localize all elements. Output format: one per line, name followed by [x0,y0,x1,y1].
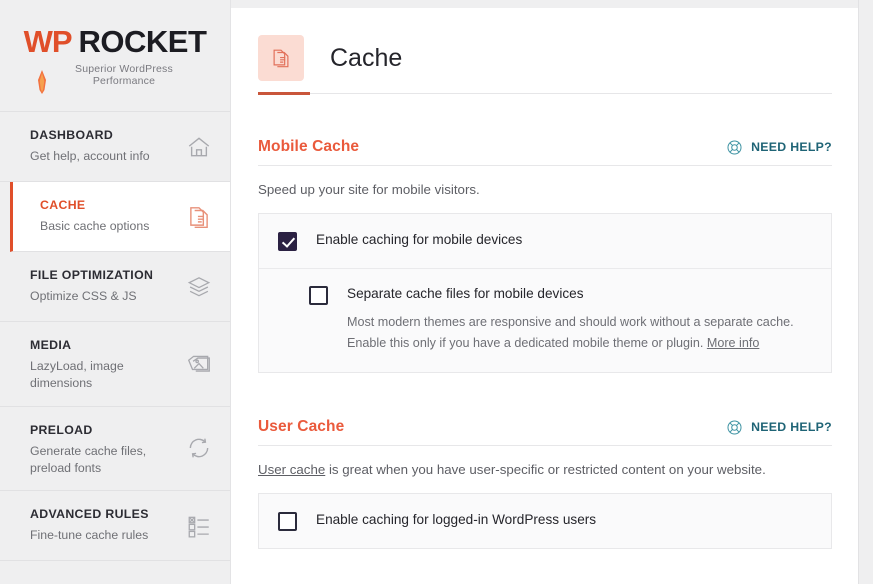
option-label: Separate cache files for mobile devices [347,285,794,303]
options-panel: Enable caching for mobile devices Separa… [258,213,832,373]
sidebar-item-dashboard[interactable]: DASHBOARD Get help, account info [0,112,230,182]
sidebar-item-media[interactable]: MEDIA LazyLoad, image dimensions [0,322,230,407]
document-icon [258,35,304,81]
main-content: Cache Mobile Cache NEED HELP? [232,8,858,584]
option-separate-mobile-cache-files[interactable]: Separate cache files for mobile devices … [259,268,831,372]
document-icon [186,204,212,230]
need-help-label: NEED HELP? [751,420,832,434]
layers-icon [186,274,212,300]
user-cache-link[interactable]: User cache [258,462,325,477]
section-mobile-cache: Mobile Cache NEED HELP? Speed up your si… [258,138,832,373]
logo-rocket-text: ROCKET [79,24,207,60]
wp-rocket-settings-window: WP ROCKET Superior WordPress Performance… [0,0,873,584]
checklist-icon [186,513,212,539]
sidebar-item-title: MEDIA [30,338,186,353]
section-header: Mobile Cache NEED HELP? [258,138,832,166]
rocket-flame-icon [37,70,47,94]
checkbox-separate-cache-files[interactable] [309,286,328,305]
option-help-line2: Enable this only if you have a dedicated… [347,336,703,350]
sidebar: WP ROCKET Superior WordPress Performance… [0,0,231,584]
page-header: Cache [232,8,858,88]
tab-cache-indicator [258,93,832,94]
option-label: Enable caching for mobile devices [316,231,522,249]
sidebar-item-cache[interactable]: CACHE Basic cache options [10,182,230,252]
sidebar-item-desc: LazyLoad, image dimensions [30,358,160,391]
more-info-link[interactable]: More info [707,336,760,350]
section-user-cache: User Cache NEED HELP? User cache is grea… [258,418,832,549]
sidebar-item-desc: Basic cache options [40,218,170,235]
section-title: User Cache [258,418,344,436]
option-label: Enable caching for logged-in WordPress u… [316,511,596,529]
sidebar-item-title: FILE OPTIMIZATION [30,268,186,283]
sidebar-item-title: DASHBOARD [30,128,186,143]
sidebar-item-desc: Optimize CSS & JS [30,288,160,305]
need-help-button[interactable]: NEED HELP? [726,419,832,436]
option-enable-mobile-caching[interactable]: Enable caching for mobile devices [259,214,831,268]
sidebar-item-preload[interactable]: PRELOAD Generate cache files, preload fo… [0,407,230,492]
option-help-line1: Most modern themes are responsive and sh… [347,315,794,329]
sidebar-item-advanced-rules[interactable]: ADVANCED RULES Fine-tune cache rules [0,491,230,561]
sidebar-item-title: CACHE [40,198,186,213]
sidebar-item-desc: Fine-tune cache rules [30,527,160,544]
option-help-text: Most modern themes are responsive and sh… [347,312,794,353]
logo-wp-text: WP [24,24,72,60]
sidebar-item-title: ADVANCED RULES [30,507,186,522]
logo: WP ROCKET Superior WordPress Performance [0,0,230,112]
checkbox-enable-logged-in-caching[interactable] [278,512,297,531]
checkbox-enable-mobile-caching[interactable] [278,232,297,251]
lifebuoy-icon [726,419,743,436]
lifebuoy-icon [726,139,743,156]
home-icon [186,134,212,160]
window-right-strip [858,0,873,584]
option-enable-logged-in-caching[interactable]: Enable caching for logged-in WordPress u… [259,494,831,548]
need-help-button[interactable]: NEED HELP? [726,139,832,156]
page-title: Cache [330,44,402,73]
sidebar-item-file-optimization[interactable]: FILE OPTIMIZATION Optimize CSS & JS [0,252,230,322]
sidebar-item-desc: Get help, account info [30,148,160,165]
images-icon [186,351,212,377]
need-help-label: NEED HELP? [751,140,832,154]
section-header: User Cache NEED HELP? [258,418,832,446]
logo-tagline: Superior WordPress Performance [43,63,205,87]
refresh-icon [186,435,212,461]
sidebar-item-title: PRELOAD [30,423,186,438]
section-description: User cache is great when you have user-s… [258,462,832,477]
options-panel: Enable caching for logged-in WordPress u… [258,493,832,549]
sidebar-item-desc: Generate cache files, preload fonts [30,443,160,476]
section-title: Mobile Cache [258,138,359,156]
section-description-rest: is great when you have user-specific or … [325,462,766,477]
section-description: Speed up your site for mobile visitors. [258,182,832,197]
